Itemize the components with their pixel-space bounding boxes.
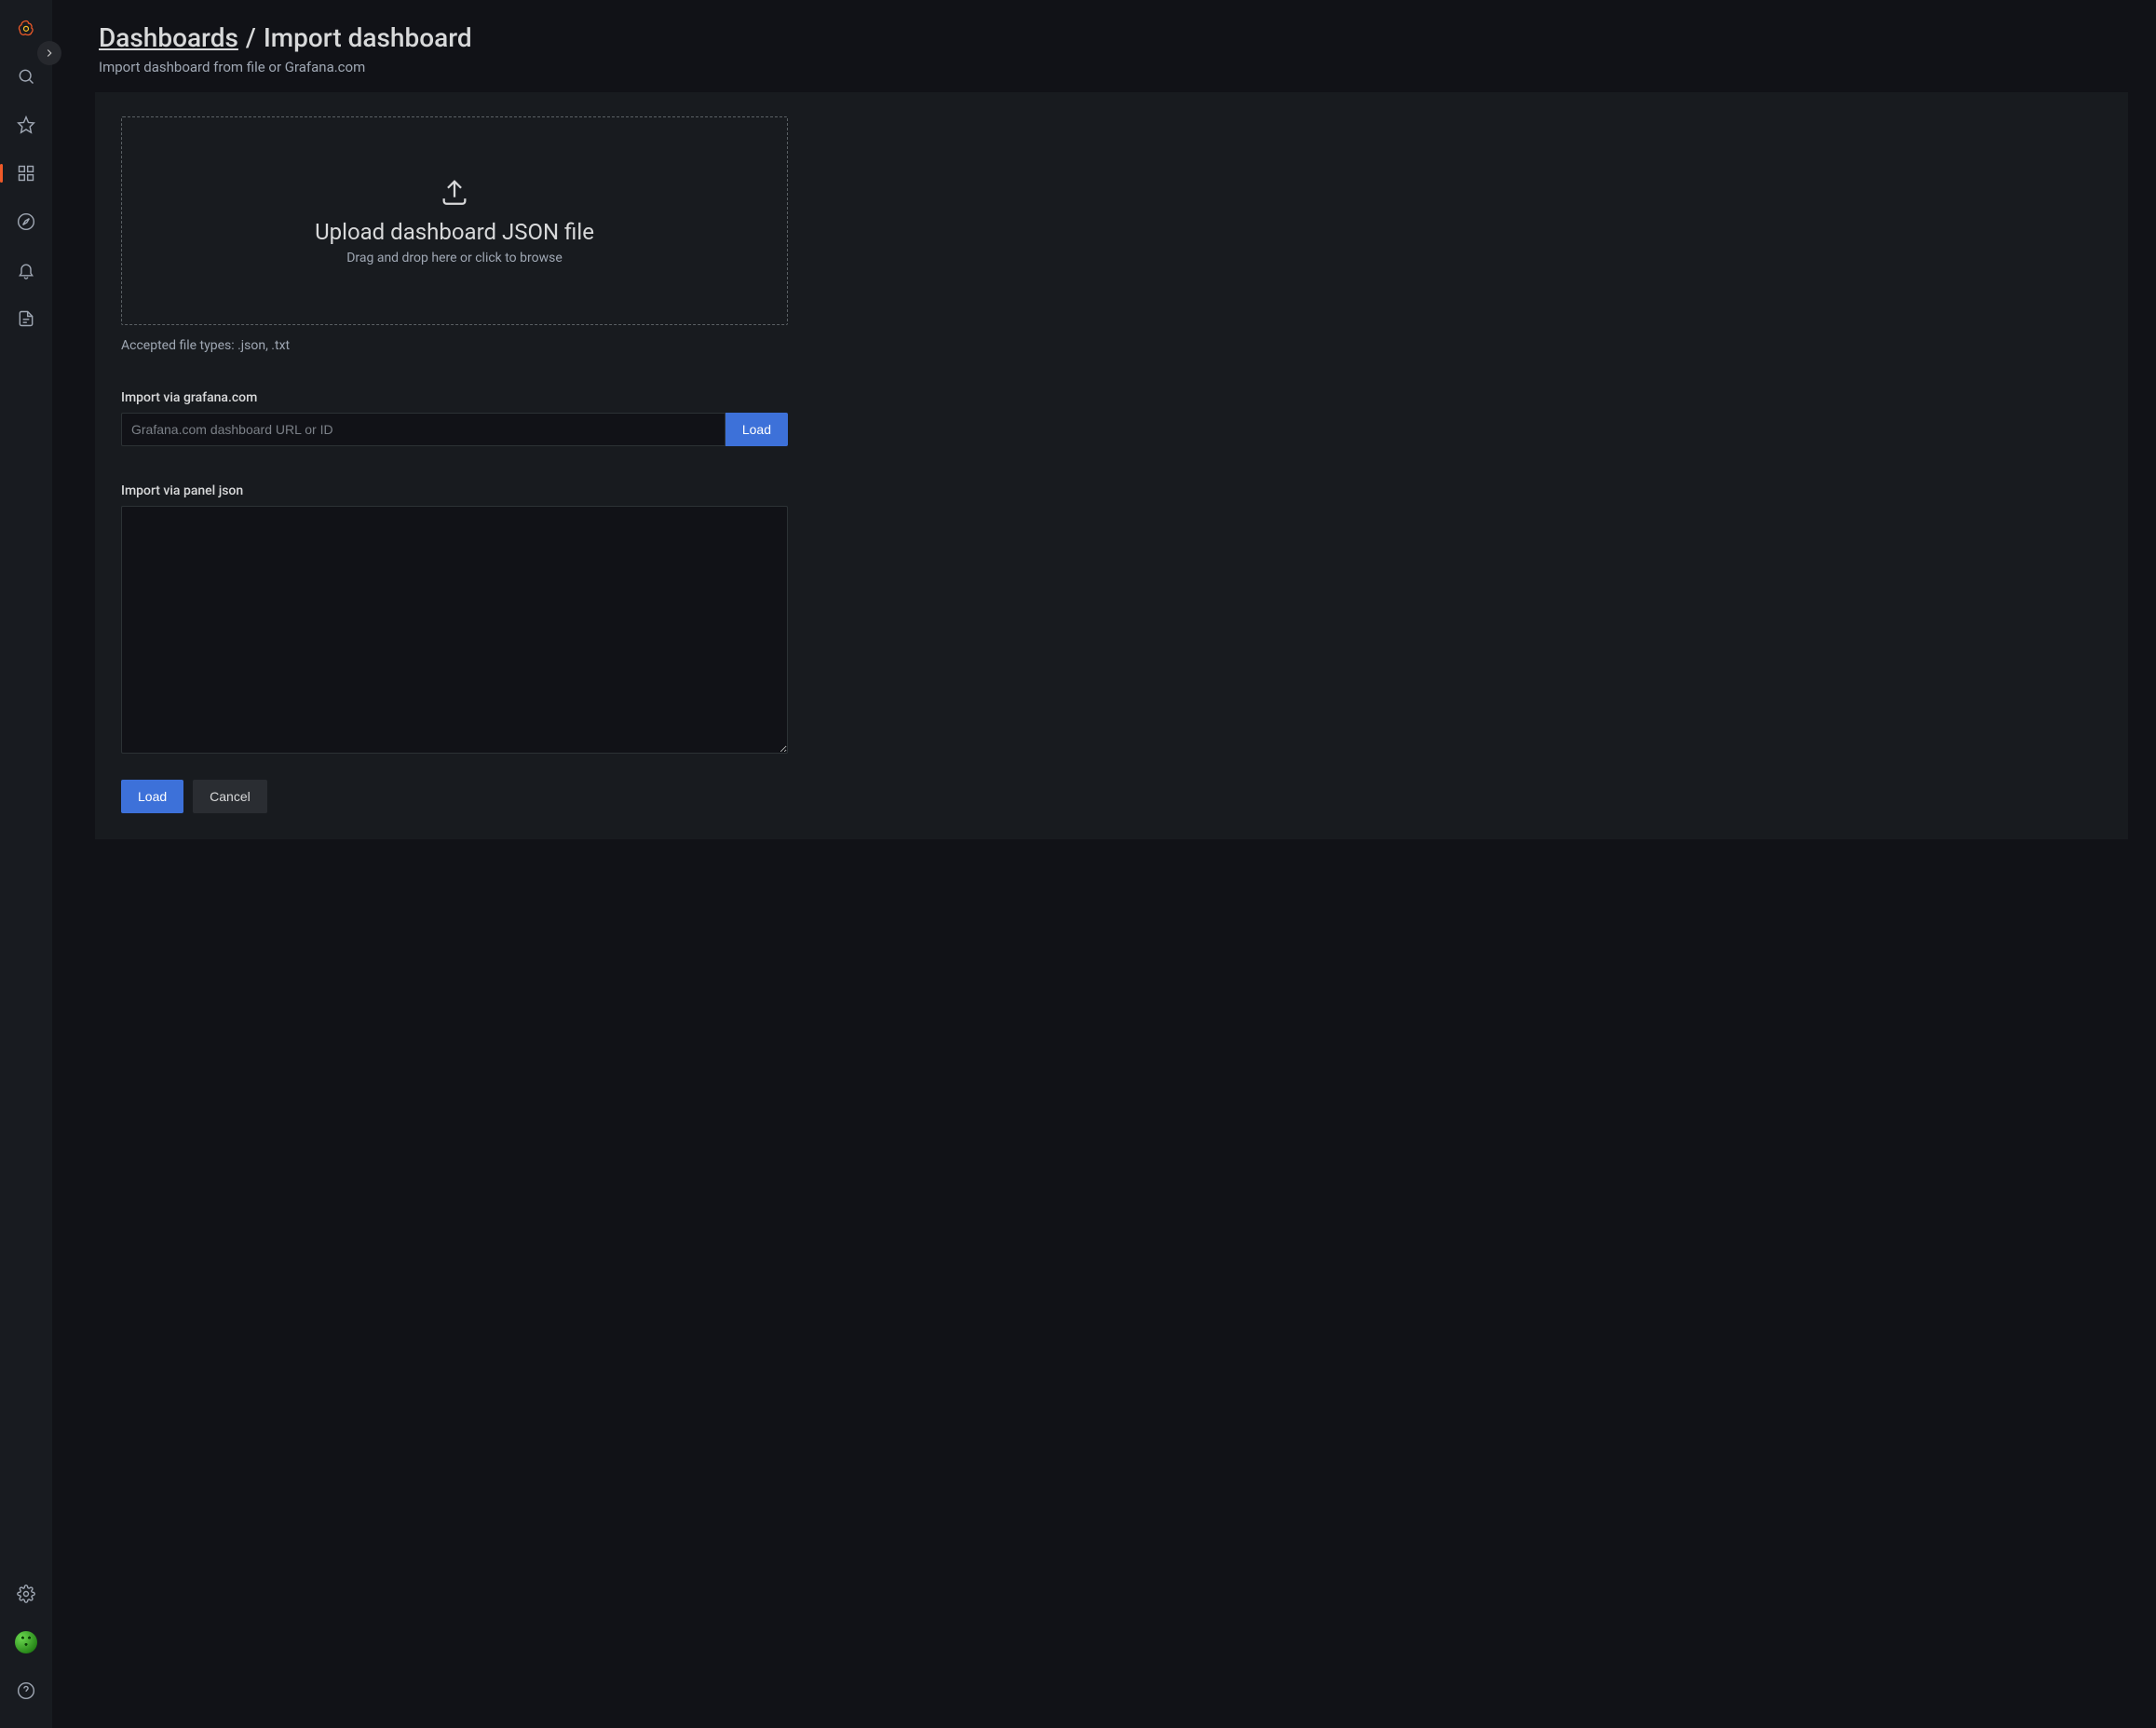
sidebar-item-starred[interactable] <box>7 106 45 143</box>
search-icon <box>17 67 35 86</box>
sidebar-item-admin[interactable] <box>7 300 45 337</box>
page-subtitle: Import dashboard from file or Grafana.co… <box>99 59 2128 75</box>
sidebar <box>0 0 52 1728</box>
upload-dropzone[interactable]: Upload dashboard JSON file Drag and drop… <box>121 116 788 325</box>
help-icon <box>17 1681 35 1700</box>
dashboards-icon <box>17 164 35 183</box>
grafana-url-input[interactable] <box>121 413 725 446</box>
grafana-logo-icon <box>17 19 35 37</box>
breadcrumb-current: Import dashboard <box>264 22 472 53</box>
breadcrumb-separator: / <box>246 22 256 53</box>
cancel-button[interactable]: Cancel <box>193 780 267 813</box>
file-icon <box>17 309 35 328</box>
load-button[interactable]: Load <box>121 780 183 813</box>
sidebar-item-dashboards[interactable] <box>7 155 45 192</box>
import-url-label: Import via grafana.com <box>121 390 788 405</box>
app-root: Dashboards / Import dashboard Import das… <box>0 0 2156 1728</box>
import-json-label: Import via panel json <box>121 483 788 498</box>
page-header: Dashboards / Import dashboard Import das… <box>99 22 2128 75</box>
accepted-file-types: Accepted file types: .json, .txt <box>121 338 2102 353</box>
chevron-right-icon <box>43 47 56 60</box>
compass-icon <box>17 212 35 231</box>
sidebar-item-logo[interactable] <box>7 9 45 47</box>
upload-title: Upload dashboard JSON file <box>315 219 594 245</box>
sidebar-item-profile[interactable] <box>7 1624 45 1661</box>
breadcrumb-root-link[interactable]: Dashboards <box>99 22 238 53</box>
sidebar-item-explore[interactable] <box>7 203 45 240</box>
sidebar-item-search[interactable] <box>7 58 45 95</box>
bell-icon <box>17 261 35 279</box>
sidebar-item-alerting[interactable] <box>7 252 45 289</box>
upload-icon <box>439 176 470 211</box>
gear-icon <box>17 1585 35 1603</box>
action-buttons: Load Cancel <box>121 780 2102 813</box>
sidebar-item-configuration[interactable] <box>7 1575 45 1612</box>
panel-json-textarea[interactable] <box>121 506 788 754</box>
import-panel: Upload dashboard JSON file Drag and drop… <box>95 92 2128 839</box>
avatar-icon <box>15 1631 37 1653</box>
sidebar-item-help[interactable] <box>7 1672 45 1709</box>
expand-sidebar-button[interactable] <box>37 41 61 65</box>
main-content: Dashboards / Import dashboard Import das… <box>52 0 2156 1728</box>
upload-hint: Drag and drop here or click to browse <box>346 251 563 265</box>
import-via-url-group: Import via grafana.com Load <box>121 390 788 446</box>
breadcrumb: Dashboards / Import dashboard <box>99 22 2128 53</box>
load-url-button[interactable]: Load <box>725 413 788 446</box>
import-via-json-group: Import via panel json <box>121 483 788 757</box>
star-icon <box>17 116 35 134</box>
